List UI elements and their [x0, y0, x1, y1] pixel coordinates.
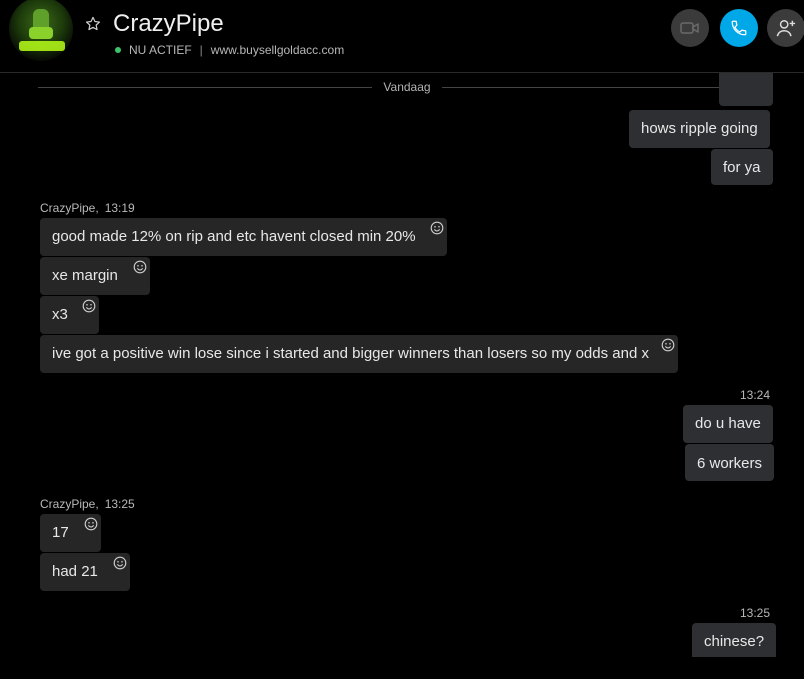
date-divider-label: Vandaag [383, 80, 431, 94]
message-bubble-outgoing[interactable]: 6 workers [685, 444, 775, 481]
avatar-logo-band [19, 41, 65, 51]
message-bubble-outgoing[interactable]: do u have [683, 405, 773, 443]
chat-header: CrazyPipe NU ACTIEF | www.buysellgoldacc… [0, 0, 804, 73]
star-icon[interactable] [84, 15, 102, 33]
mood-message: www.buysellgoldacc.com [210, 43, 345, 57]
add-reaction-icon[interactable] [661, 338, 675, 352]
date-divider: Vandaag [38, 80, 772, 94]
add-participant-button[interactable] [767, 9, 804, 47]
audio-call-button[interactable] [720, 9, 758, 47]
add-reaction-icon[interactable] [84, 517, 98, 531]
contact-avatar[interactable] [9, 0, 73, 61]
add-reaction-icon[interactable] [113, 556, 127, 570]
message-bubble-outgoing-partial[interactable] [719, 73, 773, 106]
divider-line [38, 87, 372, 88]
video-call-button[interactable] [671, 9, 709, 47]
message-time: 13:24 [740, 388, 771, 402]
phone-icon [731, 20, 747, 36]
avatar-figure-base [29, 27, 53, 39]
message-bubble-incoming[interactable]: ive got a positive win lose since i star… [40, 335, 678, 373]
message-sender-meta: CrazyPipe, 13:19 [40, 201, 135, 215]
message-bubble-outgoing[interactable]: chinese? [692, 623, 777, 657]
online-status-dot [115, 47, 121, 53]
contact-name[interactable]: CrazyPipe [113, 10, 224, 38]
message-time: 13:25 [104, 497, 135, 511]
add-reaction-icon[interactable] [430, 221, 444, 235]
message-bubble-incoming[interactable]: good made 12% on rip and etc havent clos… [40, 218, 447, 256]
sender-name[interactable]: CrazyPipe, [40, 201, 99, 215]
message-bubble-outgoing[interactable]: for ya [711, 149, 773, 185]
message-time: 13:19 [104, 201, 135, 215]
add-person-icon [776, 20, 796, 37]
contact-status: NU ACTIEF | www.buysellgoldacc.com [115, 43, 344, 57]
message-time: 13:25 [740, 606, 771, 620]
status-separator: | [199, 43, 203, 57]
message-sender-meta: CrazyPipe, 13:25 [40, 497, 135, 511]
add-reaction-icon[interactable] [133, 260, 147, 274]
sender-name[interactable]: CrazyPipe, [40, 497, 99, 511]
add-reaction-icon[interactable] [82, 299, 96, 313]
message-bubble-outgoing[interactable]: hows ripple going [629, 110, 770, 148]
presence-text: NU ACTIEF [129, 43, 192, 57]
video-camera-icon [680, 22, 699, 34]
